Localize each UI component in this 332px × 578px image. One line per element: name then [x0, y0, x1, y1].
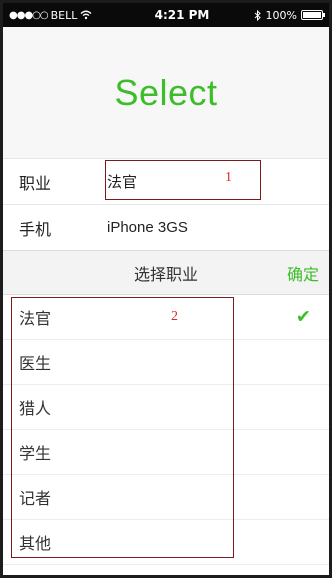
annotation-box-1 [105, 160, 261, 200]
annotation-box-2 [11, 297, 234, 558]
status-left: ●●●○○ BELL [9, 9, 92, 22]
checkmark-icon: ✔ [295, 306, 311, 328]
bluetooth-icon [254, 9, 261, 21]
picker-title: 选择职业 [133, 264, 198, 284]
picker-options-list: 法官 ✔ 医生 猎人 学生 记者 其他 2 [3, 295, 329, 565]
profession-label: 职业 [19, 173, 52, 193]
signal-icon: ●●●○○ [9, 9, 49, 21]
carrier-label: BELL [50, 8, 78, 22]
wifi-icon [80, 10, 92, 20]
confirm-button[interactable]: 确定 [287, 261, 319, 285]
annotation-number-2: 2 [171, 309, 178, 324]
form-row-phone[interactable]: 手机 iPhone 3GS [3, 204, 329, 250]
phone-screen: ●●●○○ BELL 4:21 PM 100% Select 职业 法官 1 手… [0, 0, 332, 578]
form-row-profession[interactable]: 职业 法官 1 [3, 158, 329, 204]
phone-value[interactable]: iPhone 3GS [107, 219, 188, 236]
annotation-number-1: 1 [225, 170, 232, 185]
status-time: 4:21 PM [154, 8, 210, 22]
status-bar: ●●●○○ BELL 4:21 PM 100% [3, 3, 329, 27]
battery-icon [301, 10, 325, 20]
page-title: Select [114, 71, 218, 113]
phone-label: 手机 [19, 219, 52, 239]
battery-percent: 100% [265, 8, 297, 22]
status-right: 100% [254, 8, 325, 22]
picker-toolbar: 选择职业 确定 [3, 250, 329, 295]
page-header: Select [3, 27, 329, 158]
